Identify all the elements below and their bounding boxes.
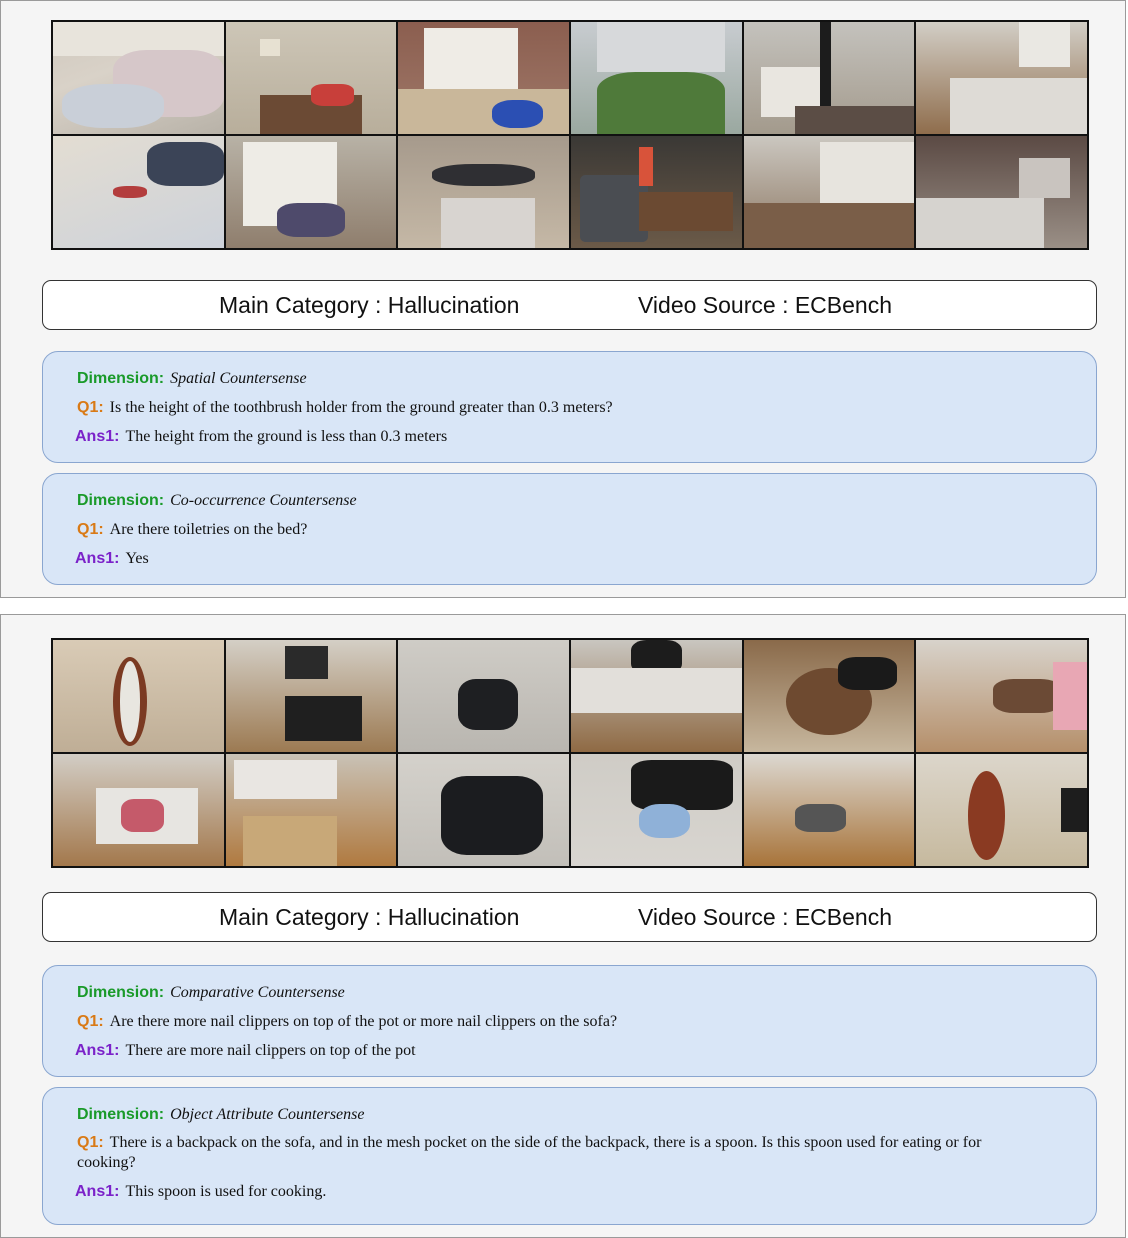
video-frame-6 [916,640,1087,752]
answer-label: Ans1: [75,550,120,567]
video-frame-10 [571,754,742,866]
dimension-line: Dimension: Spatial Countersense [77,368,1080,397]
answer-line: Ans1: There are more nail clippers on top… [75,1040,1080,1069]
dimension-value: Comparative Countersense [170,984,345,1001]
video-frame-grid [51,20,1089,250]
question-text: Is the height of the toothbrush holder f… [109,399,613,416]
video-frame-11 [743,754,915,866]
qa-box: Dimension: Co-occurrence Countersense Q1:… [42,473,1097,585]
answer-text: This spoon is used for cooking. [125,1183,327,1200]
dimension-line: Dimension: Co-occurrence Countersense [77,490,1080,519]
dimension-label: Dimension: [77,370,165,387]
answer-line: Ans1: The height from the ground is less … [75,426,1080,455]
video-frame-8 [225,754,397,866]
video-frame-6 [916,22,1087,134]
category-bar: Main Category : Hallucination Video Sour… [42,280,1097,330]
video-frame-1 [53,22,224,134]
dimension-value: Object Attribute Countersense [170,1106,365,1123]
answer-text: The height from the ground is less than … [125,428,448,445]
video-frame-7 [53,136,224,248]
category-bar: Main Category : Hallucination Video Sour… [42,892,1097,942]
dimension-value: Spatial Countersense [170,370,307,387]
video-frame-1 [53,640,224,752]
video-frame-12 [916,754,1087,866]
video-frame-9 [398,136,569,248]
dimension-label: Dimension: [77,492,165,509]
question-label: Q1: [77,1134,104,1151]
video-frame-5 [743,22,915,134]
video-frame-7 [53,754,224,866]
video-frame-11 [743,136,915,248]
video-frame-3 [398,22,569,134]
answer-text: Yes [125,550,149,567]
dimension-line: Dimension: Object Attribute Countersense [77,1104,1080,1133]
question-text: Are there more nail clippers on top of t… [109,1013,618,1030]
question-label: Q1: [77,399,104,416]
answer-line: Ans1: This spoon is used for cooking. [75,1181,1080,1210]
qa-box: Dimension: Comparative Countersense Q1: Ar… [42,965,1097,1077]
video-frame-8 [225,136,397,248]
qa-box: Dimension: Spatial Countersense Q1: Is the… [42,351,1097,463]
video-frame-2 [225,640,397,752]
dimension-value: Co-occurrence Countersense [170,492,357,509]
dimension-label: Dimension: [77,1106,165,1123]
question-line: Q1: Are there toiletries on the bed? [77,519,1080,548]
answer-label: Ans1: [75,1042,120,1059]
question-label: Q1: [77,1013,104,1030]
answer-line: Ans1: Yes [75,548,1080,577]
question-label: Q1: [77,521,104,538]
video-frame-12 [916,136,1087,248]
video-frame-4 [571,640,742,752]
example-panel-2: Main Category : Hallucination Video Sour… [0,614,1126,1238]
answer-label: Ans1: [75,1183,120,1200]
question-text: There is a backpack on the sofa, and in … [77,1134,982,1171]
video-frame-5 [743,640,915,752]
main-category: Main Category : Hallucination [219,904,520,930]
video-frame-10 [571,136,742,248]
dimension-label: Dimension: [77,984,165,1001]
question-line: Q1: Are there more nail clippers on top o… [77,1011,1080,1040]
example-panel-1: Main Category : Hallucination Video Sour… [0,0,1126,598]
video-frame-grid [51,638,1089,868]
qa-box: Dimension: Object Attribute Countersense … [42,1087,1097,1225]
video-source: Video Source : ECBench [638,292,893,318]
main-category: Main Category : Hallucination [219,292,520,318]
video-source: Video Source : ECBench [638,904,893,930]
video-frame-3 [398,640,569,752]
answer-text: There are more nail clippers on top of t… [125,1042,416,1059]
answer-label: Ans1: [75,428,120,445]
video-frame-9 [398,754,569,866]
question-text: Are there toiletries on the bed? [109,521,308,538]
question-line: Q1: Is the height of the toothbrush holde… [77,397,1080,426]
dimension-line: Dimension: Comparative Countersense [77,982,1080,1011]
video-frame-2 [225,22,397,134]
video-frame-4 [571,22,742,134]
question-line: Q1: There is a backpack on the sofa, and … [77,1133,1080,1181]
